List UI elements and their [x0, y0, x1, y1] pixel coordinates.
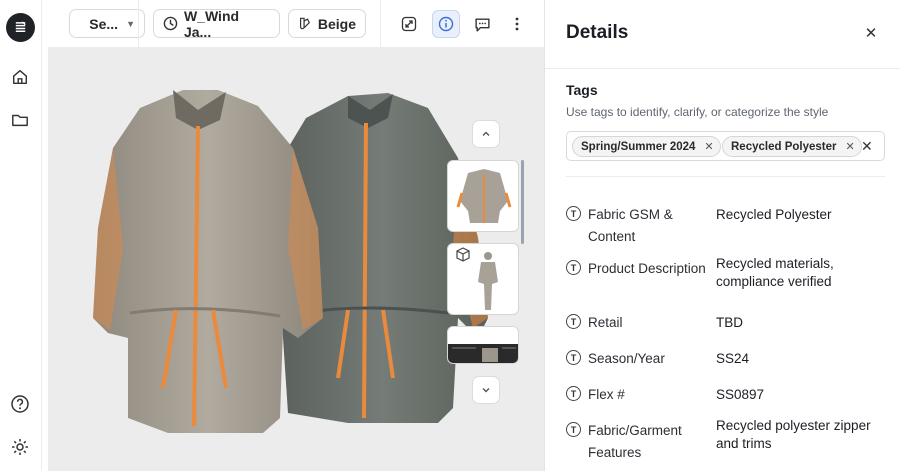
thumbnail-screen-view[interactable] — [447, 326, 519, 364]
field-value[interactable]: Recycled polyester zipper and trims — [716, 417, 894, 453]
tag-chip-label: Recycled Polyester — [731, 140, 837, 153]
style-name-button[interactable]: W_Wind Ja... — [153, 7, 280, 40]
left-rail — [0, 0, 42, 471]
field-label: Fabric/Garment Features — [588, 423, 682, 460]
field-label: Season/Year — [588, 351, 665, 366]
thumbnails-up-button[interactable] — [472, 120, 500, 148]
clock-icon — [163, 16, 178, 31]
view-select-label: Se... — [89, 15, 119, 32]
clear-tags-icon[interactable]: ✕ — [861, 138, 873, 155]
text-type-icon: T — [566, 386, 581, 401]
field-label: Flex # — [588, 387, 625, 402]
remove-tag-icon[interactable]: ✕ — [845, 140, 854, 153]
field-value[interactable]: Recycled Polyester — [716, 206, 894, 224]
viewer-toolbar: Se... ▼ W_Wind Ja... Beige — [48, 0, 544, 48]
field-value[interactable]: SS24 — [716, 350, 894, 368]
style-name-label: W_Wind Ja... — [183, 7, 240, 40]
tag-chip: Spring/Summer 2024 ✕ — [572, 136, 721, 157]
home-icon[interactable] — [9, 66, 31, 88]
text-type-icon: T — [566, 260, 581, 275]
thumbnails-down-button[interactable] — [472, 376, 500, 404]
chevron-down-icon — [482, 388, 490, 393]
thumbnails-scrollbar[interactable] — [521, 160, 524, 244]
settings-gear-icon[interactable] — [9, 436, 31, 458]
tags-heading: Tags — [566, 82, 598, 98]
colorway-label: Beige — [317, 15, 356, 32]
3d-cube-icon — [456, 247, 470, 262]
thumbnail-front-view[interactable] — [447, 160, 519, 232]
field-value[interactable]: Recycled materials, compliance verified — [716, 255, 894, 291]
app-logo-icon[interactable] — [6, 13, 35, 42]
view-select-dropdown[interactable]: Se... ▼ — [69, 9, 145, 38]
info-icon[interactable] — [432, 10, 460, 38]
tag-chip: Recycled Polyester ✕ — [722, 136, 862, 157]
more-options-icon[interactable] — [503, 10, 531, 38]
colorway-button[interactable]: Beige — [288, 9, 366, 38]
chevron-up-icon — [482, 131, 490, 136]
details-title: Details — [566, 22, 629, 43]
text-type-icon: T — [566, 422, 581, 437]
help-icon[interactable] — [9, 393, 31, 415]
palette-icon — [299, 17, 311, 30]
tags-description: Use tags to identify, clarify, or catego… — [566, 105, 829, 119]
field-label: Product Description — [588, 261, 706, 276]
close-icon[interactable]: ✕ — [861, 23, 881, 43]
field-label: Fabric GSM & Content — [588, 207, 673, 244]
tag-chip-label: Spring/Summer 2024 — [581, 140, 696, 153]
text-type-icon: T — [566, 206, 581, 221]
comment-icon[interactable] — [468, 10, 496, 38]
field-value[interactable]: TBD — [716, 314, 894, 332]
field-label: Retail — [588, 315, 623, 330]
details-panel: Details ✕ Tags Use tags to identify, cla… — [544, 0, 900, 471]
expand-icon[interactable] — [395, 10, 423, 38]
thumbnail-avatar-view[interactable] — [447, 243, 519, 315]
folder-icon[interactable] — [9, 109, 31, 131]
field-value[interactable]: SS0897 — [716, 386, 894, 404]
text-type-icon: T — [566, 314, 581, 329]
chevron-down-icon: ▼ — [126, 18, 135, 29]
text-type-icon: T — [566, 350, 581, 365]
tags-input[interactable]: Spring/Summer 2024 ✕ Recycled Polyester … — [566, 131, 885, 161]
remove-tag-icon[interactable]: ✕ — [704, 140, 713, 153]
